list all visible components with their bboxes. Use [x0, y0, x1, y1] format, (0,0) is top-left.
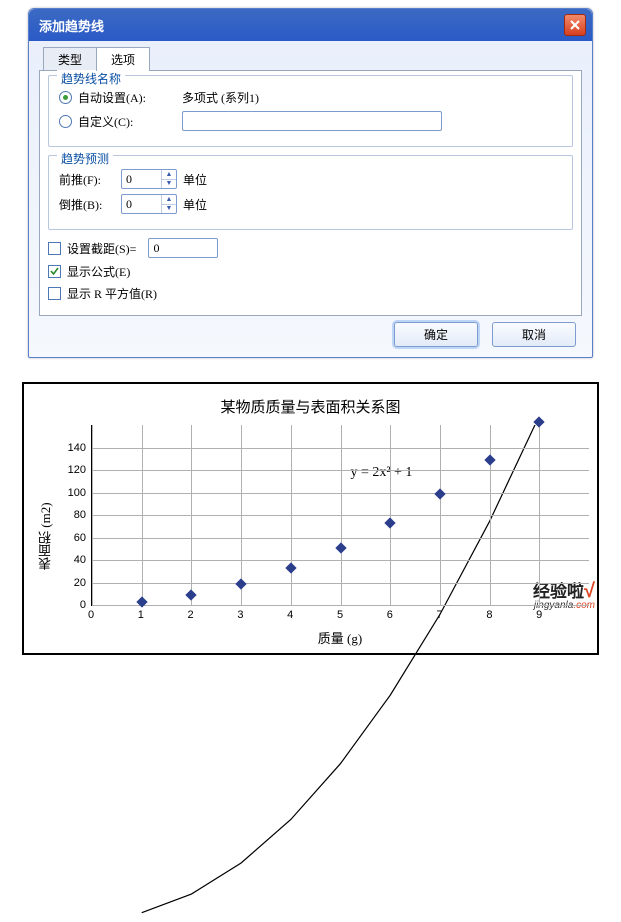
options-panel: 趋势线名称 自动设置(A): 多项式 (系列1) 自定义(C): 趋势预测	[39, 70, 582, 316]
ok-button[interactable]: 确定	[394, 322, 478, 347]
y-tick-label: 60	[74, 532, 92, 544]
close-button[interactable]	[564, 14, 586, 36]
spinner-down-icon[interactable]: ▼	[162, 205, 176, 214]
y-tick-label: 40	[74, 554, 92, 566]
chart-title: 某物质质量与表面积关系图	[32, 396, 589, 417]
add-trendline-dialog: 添加趋势线 类型 选项 趋势线名称 自动设置(A): 多项式 (系列1)	[28, 8, 593, 358]
x-tick-label: 2	[188, 609, 194, 621]
close-icon	[570, 20, 580, 30]
dialog-title: 添加趋势线	[39, 16, 104, 35]
auto-value: 多项式 (系列1)	[182, 89, 259, 106]
auto-label: 自动设置(A):	[78, 89, 158, 106]
y-tick-label: 120	[68, 464, 92, 476]
show-equation-label: 显示公式(E)	[67, 263, 130, 280]
intercept-label: 设置截距(S)=	[67, 240, 136, 257]
x-ticks: 0 1 2 3 4 5 6 7 8 9	[91, 606, 589, 624]
trendline-name-group: 趋势线名称 自动设置(A): 多项式 (系列1) 自定义(C):	[48, 75, 573, 147]
y-tick-label: 20	[74, 577, 92, 589]
y-tick-label: 140	[68, 442, 92, 454]
intercept-input[interactable]: 0	[148, 238, 218, 258]
plot-area: y = 2x² + 1 经验啦√ jingyanla.com 020406080…	[91, 425, 589, 606]
backward-spinner[interactable]: 0 ▲ ▼	[121, 194, 177, 214]
checkbox-intercept[interactable]	[48, 242, 61, 255]
radio-auto[interactable]	[59, 91, 72, 104]
x-tick-label: 5	[337, 609, 343, 621]
spinner-down-icon[interactable]: ▼	[162, 180, 176, 189]
forward-spinner[interactable]: 0 ▲ ▼	[121, 169, 177, 189]
radio-custom[interactable]	[59, 115, 72, 128]
y-axis-label: 表面积 (m2)	[32, 425, 59, 647]
backward-label: 倒推(B):	[59, 196, 115, 213]
spinner-up-icon[interactable]: ▲	[162, 170, 176, 180]
x-tick-label: 0	[88, 609, 94, 621]
checkbox-show-equation[interactable]	[48, 265, 61, 278]
forward-value: 0	[122, 172, 161, 187]
group-title-forecast: 趋势预测	[57, 150, 113, 167]
custom-input[interactable]	[182, 111, 442, 131]
x-tick-label: 9	[536, 609, 542, 621]
watermark-text: 经验啦	[533, 582, 584, 601]
tab-type[interactable]: 类型	[43, 47, 97, 71]
group-title-name: 趋势线名称	[57, 70, 125, 87]
checkbox-show-r2[interactable]	[48, 287, 61, 300]
forward-unit: 单位	[183, 171, 207, 188]
show-r2-label: 显示 R 平方值(R)	[67, 285, 157, 302]
cancel-button[interactable]: 取消	[492, 322, 576, 347]
titlebar[interactable]: 添加趋势线	[29, 9, 592, 41]
spinner-up-icon[interactable]: ▲	[162, 195, 176, 205]
forecast-group: 趋势预测 前推(F): 0 ▲ ▼ 单位 倒推(B):	[48, 155, 573, 230]
x-tick-label: 4	[287, 609, 293, 621]
y-tick-label: 100	[68, 487, 92, 499]
tab-options[interactable]: 选项	[96, 47, 150, 71]
chart: 某物质质量与表面积关系图 表面积 (m2) y = 2x² + 1 经验啦√ j…	[22, 382, 599, 655]
x-tick-label: 1	[138, 609, 144, 621]
tabs: 类型 选项	[43, 47, 582, 71]
x-tick-label: 8	[486, 609, 492, 621]
forward-label: 前推(F):	[59, 171, 115, 188]
y-tick-label: 80	[74, 509, 92, 521]
backward-value: 0	[122, 197, 161, 212]
custom-label: 自定义(C):	[78, 113, 158, 130]
backward-unit: 单位	[183, 196, 207, 213]
x-tick-label: 6	[387, 609, 393, 621]
x-tick-label: 7	[437, 609, 443, 621]
x-tick-label: 3	[237, 609, 243, 621]
